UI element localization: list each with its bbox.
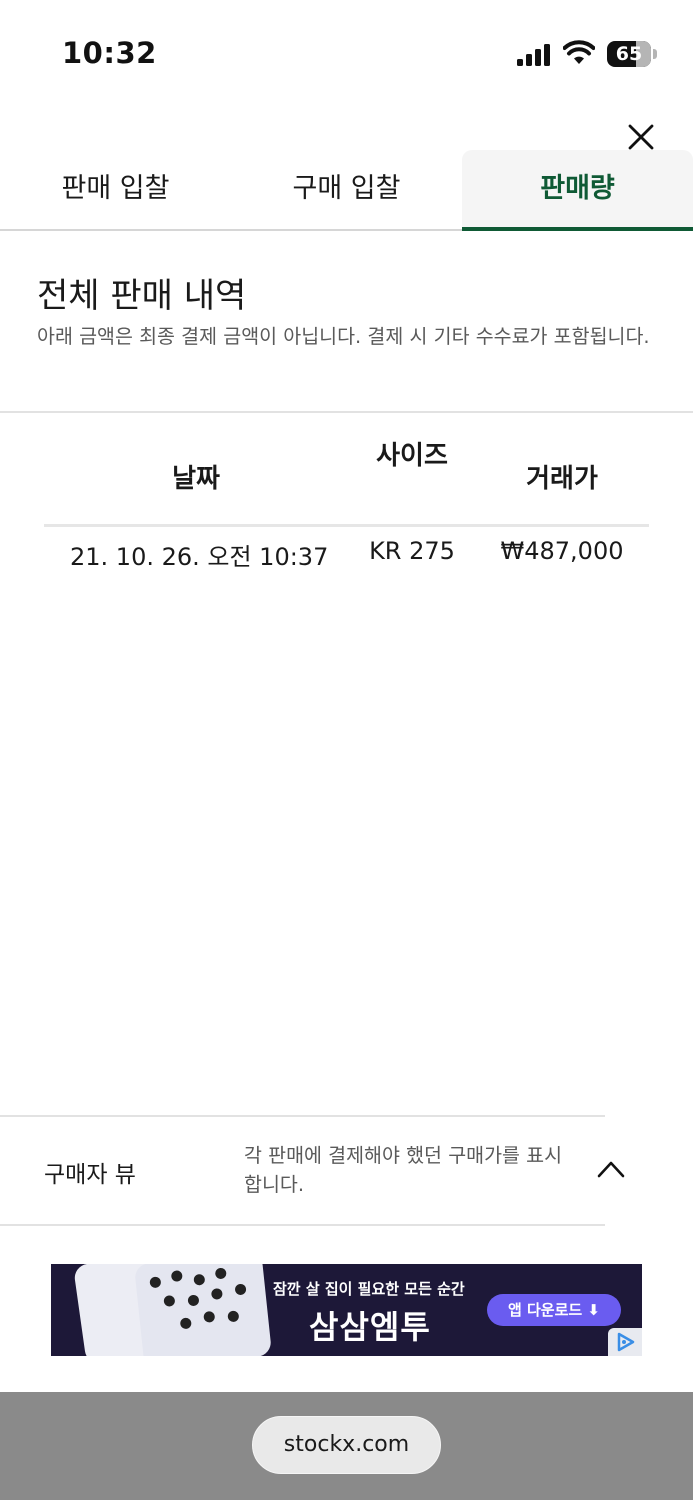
battery-level: 65 — [615, 43, 643, 65]
buyer-view-label[interactable]: 구매자 뷰 — [44, 1155, 136, 1189]
buyer-view-description: 각 판매에 결제해야 했던 구매가를 표시합니다. — [244, 1144, 563, 1196]
ad-tagline: 잠깐 살 집이 필요한 모든 순간 — [273, 1280, 465, 1298]
battery-icon: 65 — [607, 41, 657, 67]
cell-size: KR 275 — [369, 537, 455, 565]
cell-price: ₩487,000 — [500, 537, 624, 565]
tab-bar: 판매 입찰 구매 입찰 판매량 — [0, 150, 693, 231]
cell-date: 21. 10. 26. 오전 10:37 — [70, 543, 329, 571]
section-description: 아래 금액은 최종 결제 금액이 아닙니다. 결제 시 기타 수수료가 포함됩니… — [37, 325, 650, 348]
wifi-icon — [563, 40, 595, 64]
status-time: 10:32 — [62, 36, 157, 70]
column-header-size: 사이즈 — [376, 441, 448, 471]
column-header-price: 거래가 — [526, 464, 598, 494]
status-bar: 10:32 65 — [0, 0, 693, 100]
divider — [0, 1224, 605, 1226]
divider — [0, 411, 693, 413]
chevron-up-icon[interactable] — [596, 1158, 626, 1180]
section-title: 전체 판매 내역 — [37, 276, 247, 316]
adchoices-icon[interactable] — [608, 1328, 642, 1356]
ad-banner[interactable]: 잠깐 살 집이 필요한 모든 순간 삼삼엠투 앱 다운로드 ⬇ — [51, 1264, 642, 1356]
divider — [0, 1115, 605, 1117]
browser-bottom-bar: stockx.com — [0, 1392, 693, 1500]
cellular-signal-icon — [517, 44, 550, 66]
table-header-divider — [44, 524, 649, 527]
url-bar[interactable]: stockx.com — [252, 1416, 441, 1474]
ad-download-button[interactable]: 앱 다운로드 ⬇ — [487, 1294, 621, 1326]
ad-map-illustration — [133, 1264, 273, 1356]
column-header-date: 날짜 — [172, 464, 220, 494]
tab-sell-bids[interactable]: 판매 입찰 — [0, 150, 231, 231]
ad-brand: 삼삼엠투 — [309, 1308, 431, 1346]
tab-sales-volume[interactable]: 판매량 — [462, 150, 693, 231]
tab-buy-bids[interactable]: 구매 입찰 — [231, 150, 462, 231]
